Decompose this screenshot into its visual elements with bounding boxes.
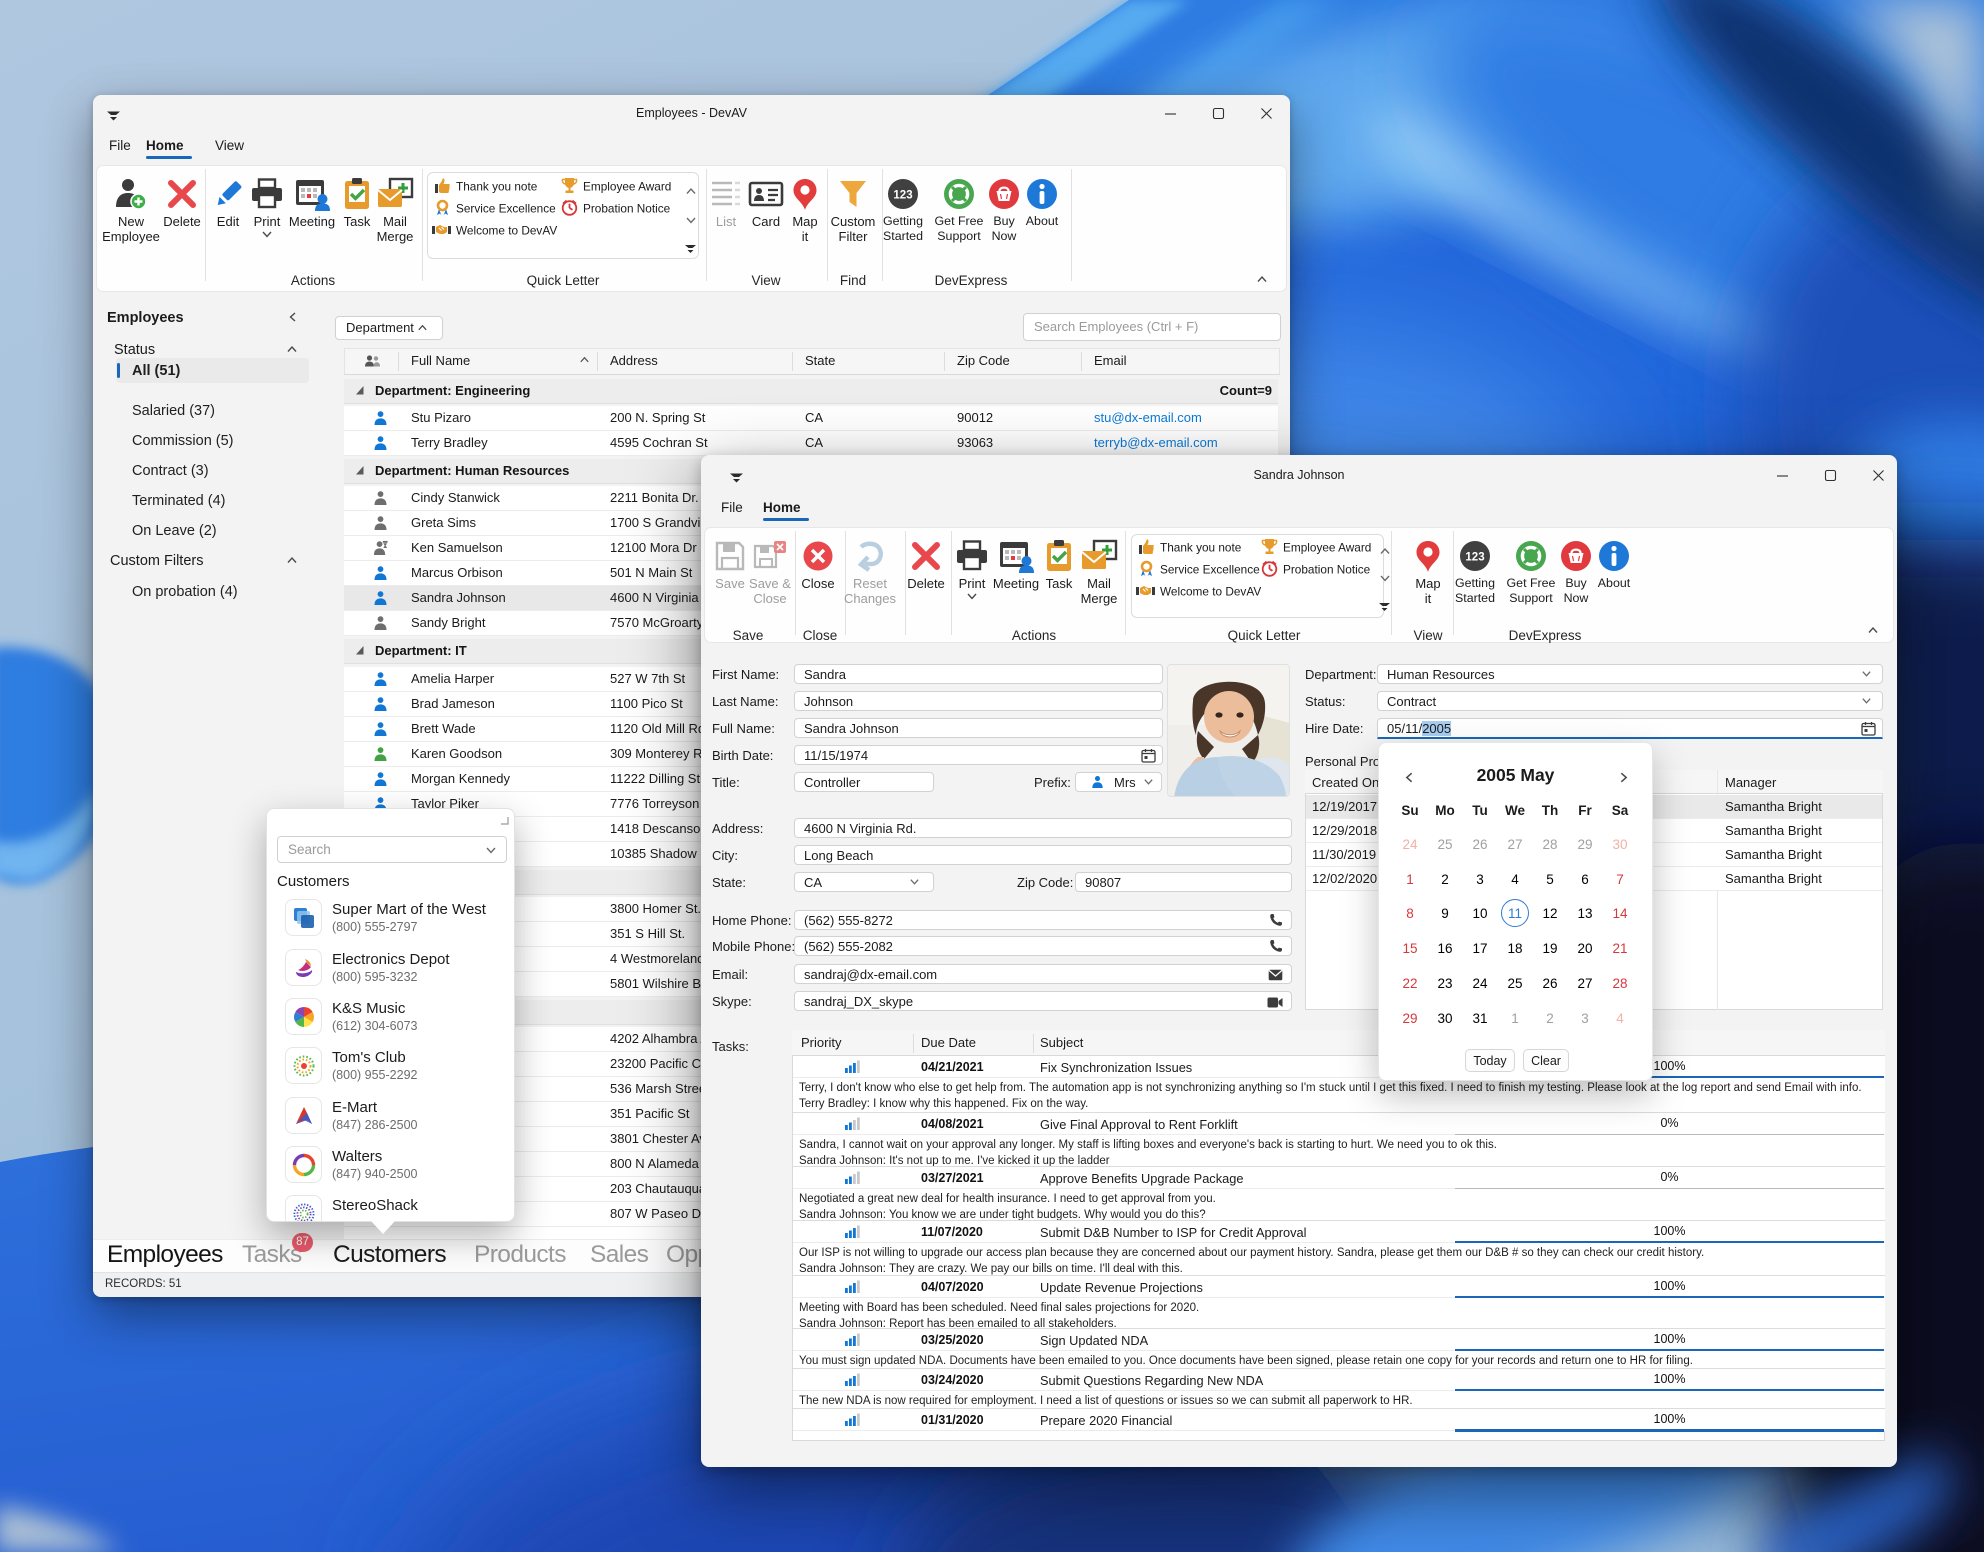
svg-text:123: 123 bbox=[893, 190, 912, 202]
svg-text:123: 123 bbox=[1465, 552, 1484, 564]
